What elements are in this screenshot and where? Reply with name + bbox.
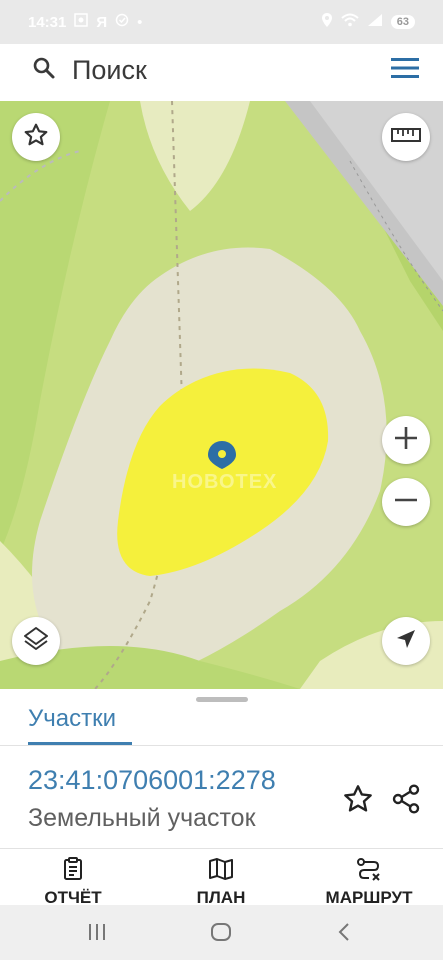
layers-icon	[22, 625, 50, 658]
parcel-type: Земельный участок	[28, 804, 256, 832]
carrier-icon: Я	[96, 13, 108, 31]
signal-icon	[367, 13, 383, 32]
share-button[interactable]	[390, 783, 424, 817]
back-icon[interactable]	[337, 922, 351, 947]
plan-button[interactable]: ПЛАН	[161, 857, 281, 907]
status-time: 14:31	[28, 13, 67, 31]
navigation-arrow-icon	[395, 628, 417, 655]
my-location-button[interactable]	[382, 617, 430, 665]
sync-icon	[115, 13, 129, 31]
watermark: НОВОТЕХ	[172, 471, 278, 493]
route-icon	[356, 858, 382, 885]
search-input[interactable]: Поиск	[72, 55, 391, 86]
zoom-in-button[interactable]	[382, 416, 430, 464]
bottom-sheet: Участки 23:41:0706001:2278 Земельный уча…	[0, 689, 443, 907]
layers-button[interactable]	[12, 617, 60, 665]
notification-dot: •	[137, 13, 143, 31]
report-button[interactable]: ОТЧЁТ	[13, 857, 133, 907]
location-icon	[321, 12, 333, 33]
share-icon	[390, 784, 422, 819]
screenshot-icon	[74, 13, 89, 31]
map-background	[0, 101, 443, 689]
star-outline-icon	[342, 785, 374, 819]
route-button[interactable]: МАРШРУТ	[309, 857, 429, 907]
search-icon[interactable]	[32, 56, 56, 85]
favorite-map-button[interactable]	[12, 113, 60, 161]
status-bar: 14:31 Я • 63	[0, 0, 443, 44]
parcel-cadastral-number[interactable]: 23:41:0706001:2278	[28, 765, 276, 796]
ruler-button[interactable]	[382, 113, 430, 161]
minus-icon	[393, 487, 419, 518]
zoom-out-button[interactable]	[382, 478, 430, 526]
ruler-icon	[391, 127, 421, 147]
wifi-icon	[341, 13, 359, 32]
divider	[0, 745, 443, 746]
search-bar[interactable]: Поиск	[6, 44, 433, 96]
recent-apps-icon[interactable]	[87, 923, 107, 946]
sheet-drag-handle[interactable]	[196, 697, 248, 702]
system-nav-bar	[0, 905, 443, 960]
star-icon	[23, 122, 49, 153]
favorite-parcel-button[interactable]	[342, 783, 376, 817]
menu-icon[interactable]	[391, 57, 419, 84]
tab-parcels[interactable]: Участки	[28, 705, 116, 733]
battery-badge: 63	[390, 15, 415, 29]
divider	[0, 848, 443, 849]
home-icon[interactable]	[210, 922, 232, 947]
map-view[interactable]: НОВОТЕХ	[0, 101, 443, 689]
clipboard-icon	[61, 857, 85, 885]
map-icon	[208, 858, 234, 885]
plus-icon	[393, 425, 419, 456]
